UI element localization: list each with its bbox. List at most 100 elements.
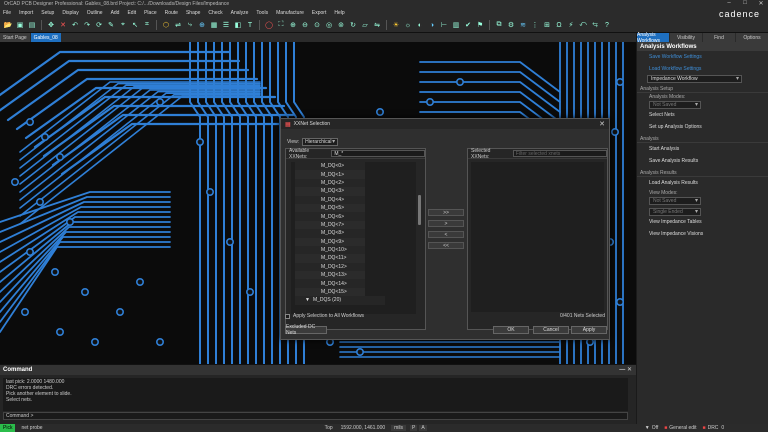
layers-icon[interactable]: ☰	[221, 20, 231, 30]
list-item[interactable]: M_DQ<2>	[295, 178, 365, 188]
view-select[interactable]: Hierarchical	[302, 138, 339, 146]
circle-icon[interactable]: ◯	[264, 20, 274, 30]
apply-button[interactable]: Apply	[571, 326, 607, 334]
save-icon[interactable]: ▣	[15, 20, 25, 30]
cancel-button[interactable]: Cancel	[533, 326, 569, 334]
shape-icon[interactable]: ◧	[233, 20, 243, 30]
filter-icon[interactable]: ▼	[645, 425, 650, 431]
grid-icon[interactable]: ▦	[209, 20, 219, 30]
available-net-list[interactable]: M_DQ<0> M_DQ<1> M_DQ<2> M_DQ<3> M_DQ<4> …	[291, 162, 416, 314]
zoom-prev-icon[interactable]: ◎	[324, 20, 334, 30]
available-filter-input[interactable]: M_*	[331, 150, 425, 157]
color-icon[interactable]: ◐	[415, 20, 425, 30]
menu-place[interactable]: Place	[144, 10, 157, 16]
coupling-icon[interactable]: ⥃	[590, 20, 600, 30]
list-item[interactable]: M_DQ<10>	[295, 245, 365, 255]
view-3d-icon[interactable]: ▱	[360, 20, 370, 30]
zoom-out-icon[interactable]: ⊖	[300, 20, 310, 30]
tab-visibility[interactable]: Visibility	[670, 33, 702, 42]
tab-gables-08[interactable]: Gables_08	[30, 33, 61, 42]
view-modes-select[interactable]: Not Saved	[649, 197, 701, 205]
db-check-icon[interactable]: ✔	[463, 20, 473, 30]
return-path-icon[interactable]: ⤺	[578, 20, 588, 30]
impedance-icon[interactable]: Ω	[554, 20, 564, 30]
menu-import[interactable]: Import	[19, 10, 33, 16]
minimize-button[interactable]: –	[724, 0, 734, 7]
cursor-icon[interactable]: ↖	[130, 20, 140, 30]
menu-file[interactable]: File	[3, 10, 11, 16]
save-workflow-settings-link[interactable]: Save Workflow Settings	[637, 51, 768, 63]
crop-icon[interactable]: ⌗	[142, 20, 152, 30]
menu-shape[interactable]: Shape	[186, 10, 200, 16]
measure-icon[interactable]: ⊢	[439, 20, 449, 30]
zoom-select-icon[interactable]: ⊚	[336, 20, 346, 30]
menu-display[interactable]: Display	[62, 10, 78, 16]
menu-outline[interactable]: Outline	[87, 10, 103, 16]
probe-icon[interactable]: ⌖	[118, 20, 128, 30]
list-item[interactable]: M_DQ<3>	[295, 187, 365, 196]
analysis-modes-select[interactable]: Not Saved	[649, 101, 701, 109]
list-item[interactable]: M_DQ<9>	[295, 237, 365, 246]
selected-net-list[interactable]	[471, 162, 604, 312]
menu-export[interactable]: Export	[312, 10, 326, 16]
property-icon[interactable]: ⚙	[506, 20, 516, 30]
list-item[interactable]: M_DQ<6>	[295, 212, 365, 221]
apply-all-checkbox[interactable]	[285, 313, 290, 319]
ok-button[interactable]: OK	[493, 326, 529, 334]
zoom-fit-icon[interactable]: ⛶	[276, 20, 286, 30]
net-icon[interactable]: ≋	[518, 20, 528, 30]
remove-all-button[interactable]: <<	[428, 242, 464, 249]
list-item[interactable]: M_DQ<4>	[295, 195, 365, 204]
add-button[interactable]: >	[428, 220, 464, 227]
setup-analysis-options-item[interactable]: Set up Analysis Options	[637, 121, 768, 133]
list-item[interactable]: M_DQ<5>	[295, 203, 365, 213]
menu-check[interactable]: Check	[208, 10, 222, 16]
list-item[interactable]: M_DQ<14>	[295, 279, 365, 288]
add-all-button[interactable]: >>	[428, 209, 464, 216]
menu-tools[interactable]: Tools	[256, 10, 268, 16]
load-analysis-results-item[interactable]: Load Analysis Results	[637, 177, 768, 189]
single-ended-select[interactable]: Single Ended	[649, 208, 701, 216]
rotate-icon[interactable]: ⟳	[94, 20, 104, 30]
zoom-world-icon[interactable]: ⊙	[312, 20, 322, 30]
report-icon[interactable]: ▥	[451, 20, 461, 30]
start-analysis-item[interactable]: Start Analysis	[637, 143, 768, 155]
menu-help[interactable]: Help	[334, 10, 344, 16]
maximize-button[interactable]: □	[740, 0, 750, 7]
command-input[interactable]: Command >	[3, 412, 628, 420]
redraw-icon[interactable]: ↻	[348, 20, 358, 30]
list-item[interactable]: M_DQ<7>	[295, 220, 365, 230]
pin-icon[interactable]: ✎	[106, 20, 116, 30]
workflow-select[interactable]: Impedance Workflow	[647, 75, 742, 83]
list-item[interactable]: M_DQ<8>	[295, 229, 365, 238]
menu-route[interactable]: Route	[165, 10, 178, 16]
via-icon[interactable]: ⊕	[197, 20, 207, 30]
menu-add[interactable]: Add	[111, 10, 120, 16]
net-list-scrollbar[interactable]	[418, 195, 421, 225]
load-workflow-settings-link[interactable]: Load Workflow Settings	[637, 63, 768, 75]
list-item[interactable]: M_DQ<0>	[295, 162, 365, 171]
remove-button[interactable]: <	[428, 231, 464, 238]
close-window-button[interactable]: ✕	[756, 0, 766, 7]
undo-icon[interactable]: ↶	[70, 20, 80, 30]
close-icon[interactable]: ✕	[599, 120, 605, 128]
menu-analyze[interactable]: Analyze	[231, 10, 249, 16]
open-icon[interactable]: 📂	[3, 20, 13, 30]
menu-edit[interactable]: Edit	[127, 10, 136, 16]
constraint-icon[interactable]: ⧉	[494, 20, 504, 30]
delete-icon[interactable]: ✕	[58, 20, 68, 30]
move-icon[interactable]: ✥	[46, 20, 56, 30]
flip-icon[interactable]: ⇋	[372, 20, 382, 30]
workflow-icon[interactable]: ⊞	[542, 20, 552, 30]
print-icon[interactable]: ▤	[27, 20, 37, 30]
list-item[interactable]: M_DQ<15>	[295, 287, 365, 297]
net-group-row[interactable]: ▼ M_DQS (20)	[295, 296, 385, 305]
route-icon[interactable]: ⤷	[185, 20, 195, 30]
slide-icon[interactable]: ⇌	[173, 20, 183, 30]
redo-icon[interactable]: ↷	[82, 20, 92, 30]
drc-update-icon[interactable]: ⚑	[475, 20, 485, 30]
view-impedance-visions-item[interactable]: View Impedance Visions	[637, 228, 768, 240]
absolute-button[interactable]: A	[419, 425, 427, 431]
tab-options[interactable]: Options	[736, 33, 768, 42]
list-item[interactable]: M_DQ<11>	[295, 254, 365, 263]
